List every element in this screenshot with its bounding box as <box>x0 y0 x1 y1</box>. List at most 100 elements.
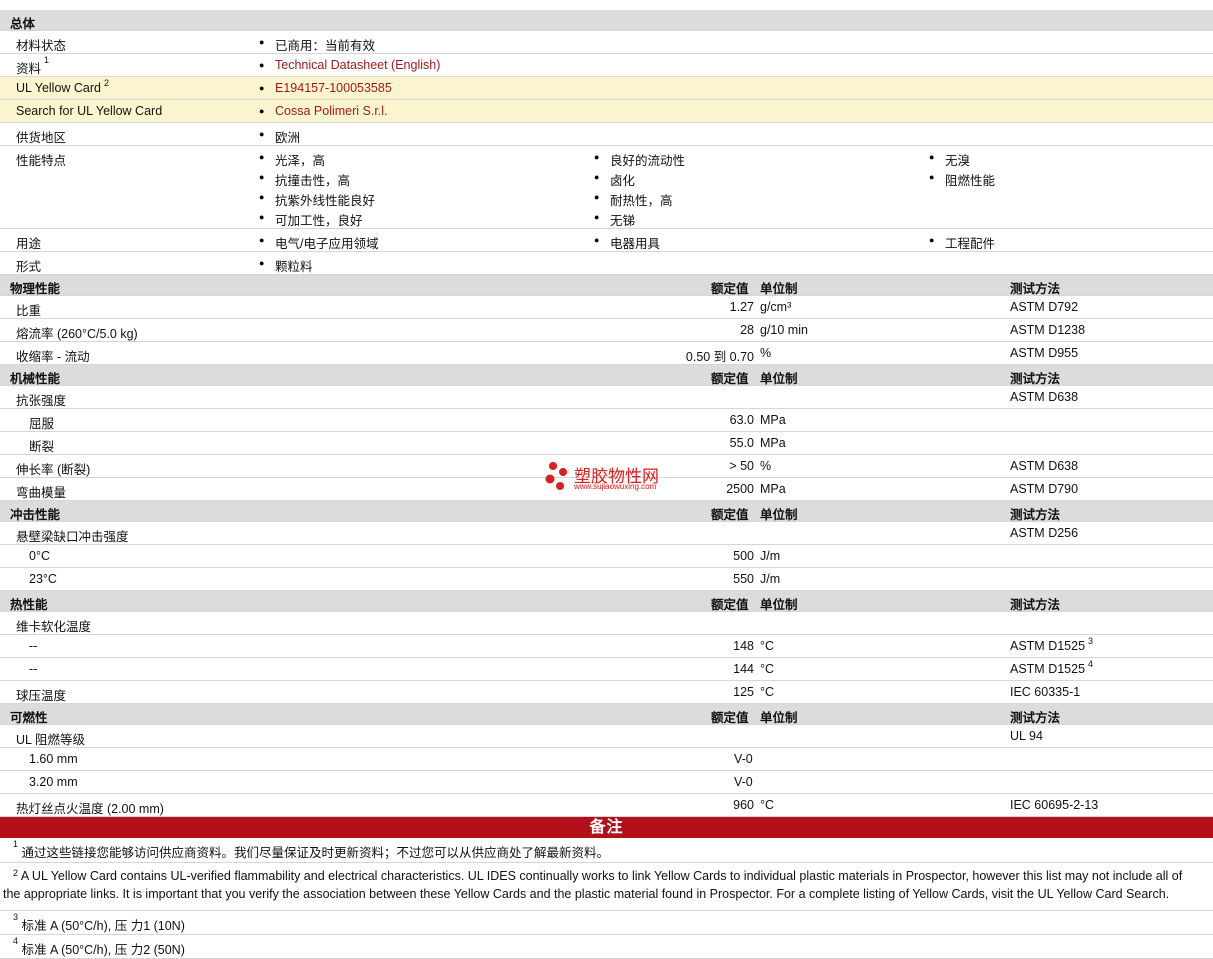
row-value: 960 <box>733 798 754 812</box>
row-label: 屈服 <box>29 417 55 431</box>
feature-item: 无锑 <box>594 210 635 229</box>
row-method: ASTM D792 <box>1010 300 1079 314</box>
section-title: 可燃性 <box>10 711 48 725</box>
row-label: 用途 <box>16 237 42 251</box>
row-ul-rating: UL 阻燃等级 UL 94 <box>0 725 1213 748</box>
row-label: 0°C <box>29 549 50 563</box>
row-vicat-2: -- 144 °C ASTM D1525 4 <box>0 658 1213 681</box>
note-1: 1 通过这些链接您能够访问供应商资料。我们尽量保证及时更新资料；不过您可以从供应… <box>0 838 1213 863</box>
datasheet-link[interactable]: Technical Datasheet (English) <box>259 58 440 72</box>
row-material-status: 材料状态 已商用：当前有效 <box>0 31 1213 54</box>
section-title: 物理性能 <box>10 282 61 296</box>
row-value: 500 <box>733 549 754 563</box>
feature-item: 良好的流动性 <box>594 150 685 169</box>
col-header-unit: 单位制 <box>760 508 798 522</box>
section-header-impact: 冲击性能 额定值 单位制 测试方法 <box>0 501 1213 522</box>
col-header-value: 额定值 <box>711 711 749 725</box>
row-value: 63.0 <box>729 413 754 427</box>
row-unit: % <box>760 459 772 473</box>
row-value: V-0 <box>734 775 753 789</box>
row-method: IEC 60695-2-13 <box>1010 798 1099 812</box>
row-label: -- <box>29 639 38 653</box>
section-title: 冲击性能 <box>10 508 61 522</box>
row-value: 颗粒料 <box>259 256 312 275</box>
row-method: ASTM D1525 4 <box>1010 659 1094 676</box>
row-unit: MPa <box>760 436 786 450</box>
row-label: 3.20 mm <box>29 775 78 789</box>
use-item: 工程配件 <box>929 233 995 252</box>
row-ul-1-60: 1.60 mm V-0 <box>0 748 1213 771</box>
row-value: 已商用：当前有效 <box>259 35 375 54</box>
row-unit: °C <box>760 639 775 653</box>
row-unit: °C <box>760 685 775 699</box>
row-label: -- <box>29 662 38 676</box>
row-unit: MPa <box>760 413 786 427</box>
ul-card-link[interactable]: E194157-100053585 <box>259 81 392 95</box>
supplier-link[interactable]: Cossa Polimeri S.r.l. <box>259 104 387 118</box>
row-vicat-1: -- 148 °C ASTM D1525 3 <box>0 635 1213 658</box>
section-header-thermal: 热性能 额定值 单位制 测试方法 <box>0 591 1213 612</box>
row-documents: 资料1 Technical Datasheet (English) <box>0 54 1213 77</box>
notes-header: 备注 <box>0 817 1213 838</box>
col-header-value: 额定值 <box>711 372 749 386</box>
row-label: 热灯丝点火温度 (2.00 mm) <box>16 802 164 816</box>
row-unit: °C <box>760 798 775 812</box>
col-header-method: 测试方法 <box>1010 282 1061 296</box>
row-label: Search for UL Yellow Card <box>16 104 163 118</box>
col-header-unit: 单位制 <box>760 598 798 612</box>
section-title: 热性能 <box>10 598 48 612</box>
section-title: 机械性能 <box>10 372 61 386</box>
row-unit: °C <box>760 662 775 676</box>
row-value: 55.0 <box>729 436 754 450</box>
row-label: 性能特点 <box>16 154 67 168</box>
feature-item: 阻燃性能 <box>929 170 995 189</box>
section-header-physical: 物理性能 额定值 单位制 测试方法 <box>0 275 1213 296</box>
row-label: 收缩率 - 流动 <box>16 350 90 364</box>
row-value: 欧洲 <box>259 127 300 146</box>
row-vicat: 维卡软化温度 <box>0 612 1213 635</box>
row-form: 形式 颗粒料 <box>0 252 1213 275</box>
col-header-method: 测试方法 <box>1010 711 1061 725</box>
feature-item: 卤化 <box>594 170 635 189</box>
col-header-value: 额定值 <box>711 598 749 612</box>
col-header-method: 测试方法 <box>1010 598 1061 612</box>
row-label: UL Yellow Card 2 <box>16 78 110 95</box>
row-label: 23°C <box>29 572 57 586</box>
row-method: ASTM D955 <box>1010 346 1079 360</box>
feature-item: 抗撞击性，高 <box>259 170 350 189</box>
row-value: 28 <box>740 323 754 337</box>
row-unit: J/m <box>760 572 781 586</box>
section-title: 总体 <box>10 17 36 31</box>
col-header-value: 额定值 <box>711 508 749 522</box>
row-label: 熔流率 (260°C/5.0 kg) <box>16 327 138 341</box>
row-method: ASTM D638 <box>1010 390 1079 404</box>
row-glow-wire: 热灯丝点火温度 (2.00 mm) 960 °C IEC 60695-2-13 <box>0 794 1213 817</box>
row-ball-pressure: 球压温度 125 °C IEC 60335-1 <box>0 681 1213 704</box>
row-specific-gravity: 比重 1.27 g/cm³ ASTM D792 <box>0 296 1213 319</box>
row-value: 1.27 <box>729 300 754 314</box>
row-unit: g/10 min <box>760 323 808 337</box>
row-shrinkage: 收缩率 - 流动 0.50 到 0.70 % ASTM D955 <box>0 342 1213 365</box>
feature-item: 抗紫外线性能良好 <box>259 190 375 209</box>
watermark-logo: 塑胶物性网 www.sujiaowuxing.com <box>543 460 683 500</box>
feature-item: 光泽，高 <box>259 150 325 169</box>
section-header-general: 总体 <box>0 10 1213 31</box>
watermark-dots-icon <box>545 462 567 490</box>
row-region: 供货地区 欧洲 <box>0 123 1213 146</box>
row-izod-23c: 23°C 550 J/m <box>0 568 1213 591</box>
use-item: 电气/电子应用领域 <box>259 233 379 252</box>
row-tensile: 抗张强度 ASTM D638 <box>0 386 1213 409</box>
row-features: 性能特点 光泽，高 抗撞击性，高 抗紫外线性能良好 可加工性，良好 良好的流动性… <box>0 146 1213 229</box>
row-unit: g/cm³ <box>760 300 792 314</box>
watermark-url: www.sujiaowuxing.com <box>574 482 657 491</box>
row-ul-3-20: 3.20 mm V-0 <box>0 771 1213 794</box>
row-label: 伸长率 (断裂) <box>16 463 91 477</box>
row-izod-0c: 0°C 500 J/m <box>0 545 1213 568</box>
row-value: 550 <box>733 572 754 586</box>
row-unit: % <box>760 346 772 360</box>
col-header-method: 测试方法 <box>1010 372 1061 386</box>
col-header-unit: 单位制 <box>760 282 798 296</box>
row-method: UL 94 <box>1010 729 1043 743</box>
row-label: 形式 <box>16 260 42 274</box>
row-value: V-0 <box>734 752 753 766</box>
